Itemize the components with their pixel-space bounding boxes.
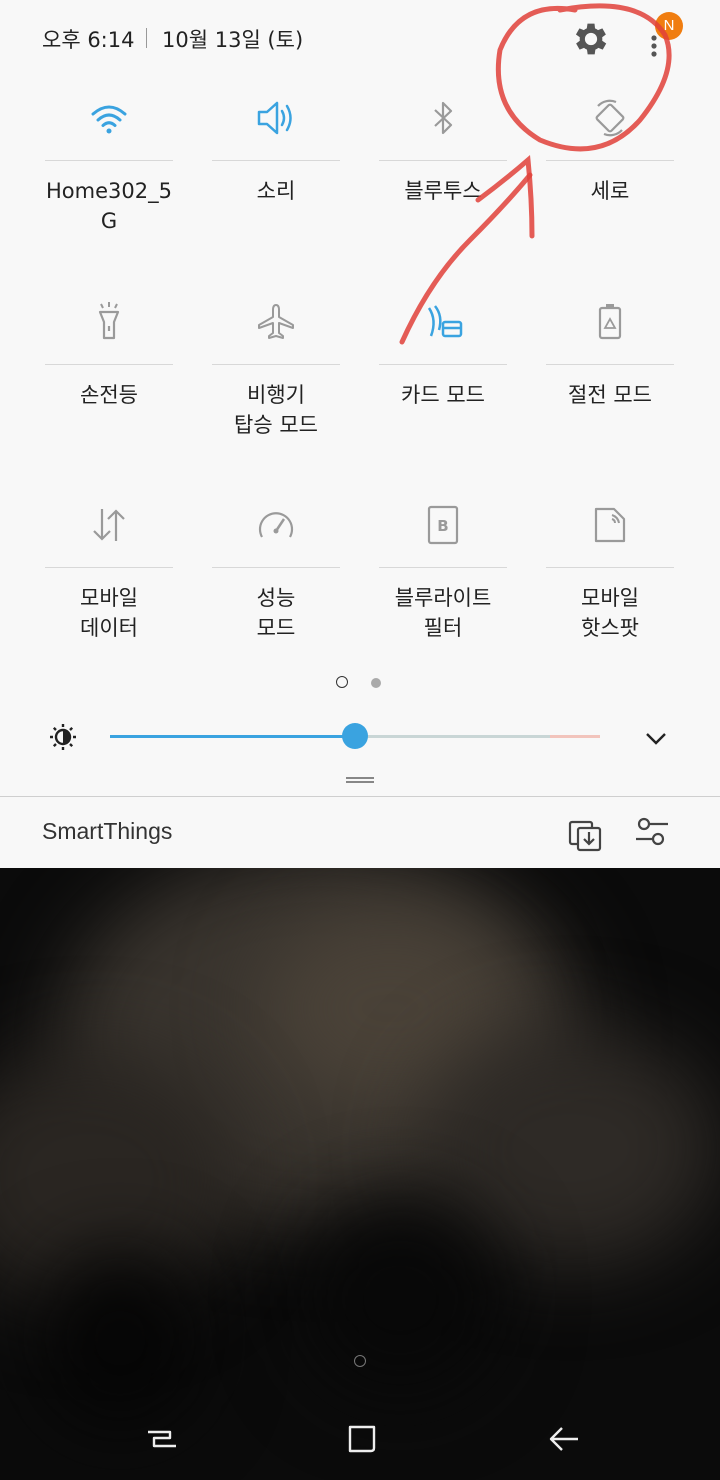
recent-apps-icon[interactable] [144,1421,180,1457]
home-button-icon[interactable] [344,1421,380,1457]
tile-label: 소리 [256,179,296,203]
chevron-down-icon[interactable] [642,724,670,752]
bluetooth-icon [434,101,453,135]
brightness-slider-thumb[interactable] [342,723,368,749]
mobile-data-icon [93,509,125,541]
quick-settings-panel: 오후 6:14 10월 13일 (토) N Home302_5 G 소리 블루투… [0,0,720,868]
tile-label: 절전 모드 [568,383,652,407]
wifi-icon [91,105,127,134]
rotate-icon [595,99,625,137]
device-share-icon[interactable] [568,814,602,852]
settings-gear-icon[interactable] [570,18,612,60]
tile-label: 성능 모드 [256,586,296,640]
tile-label: 모바일 데이터 [80,586,138,640]
divider [0,796,720,797]
blue-light-icon: B [427,505,459,545]
status-separator [146,28,147,48]
tile-label: 비행기 탑승 모드 [234,383,318,437]
tile-label: 블루라이트 필터 [394,586,492,640]
battery-saver-icon [598,304,622,340]
airplane-icon [258,304,294,339]
status-time: 오후 6:14 [42,28,135,52]
tile-label: 세로 [590,179,630,203]
tile-label: Home302_5 G [46,179,172,233]
brightness-track[interactable] [355,735,559,738]
notification-badge: N [655,12,683,40]
performance-icon [258,512,294,538]
tile-label: 카드 모드 [401,383,485,407]
back-button-icon[interactable] [546,1421,582,1457]
tile-label: 손전등 [80,383,138,407]
page-dot-current [336,676,348,688]
drag-handle[interactable] [345,776,375,784]
status-date: 10월 13일 (토) [162,28,304,52]
card-mode-icon [427,305,463,338]
brightness-track-end [550,735,600,738]
home-indicator [354,1355,366,1367]
smartthings-label[interactable]: SmartThings [42,818,172,845]
svg-text:B: B [437,517,448,535]
brightness-icon [50,724,76,750]
flashlight-icon [98,302,120,340]
brightness-track-fill [110,735,355,738]
tile-label: 블루투스 [404,179,482,203]
volume-icon [257,101,292,135]
blurred-background [0,868,720,1480]
hotspot-icon [594,507,626,543]
tile-label: 모바일 핫스팟 [581,586,639,640]
tune-icon[interactable] [634,814,670,850]
page-dot[interactable] [371,678,381,688]
